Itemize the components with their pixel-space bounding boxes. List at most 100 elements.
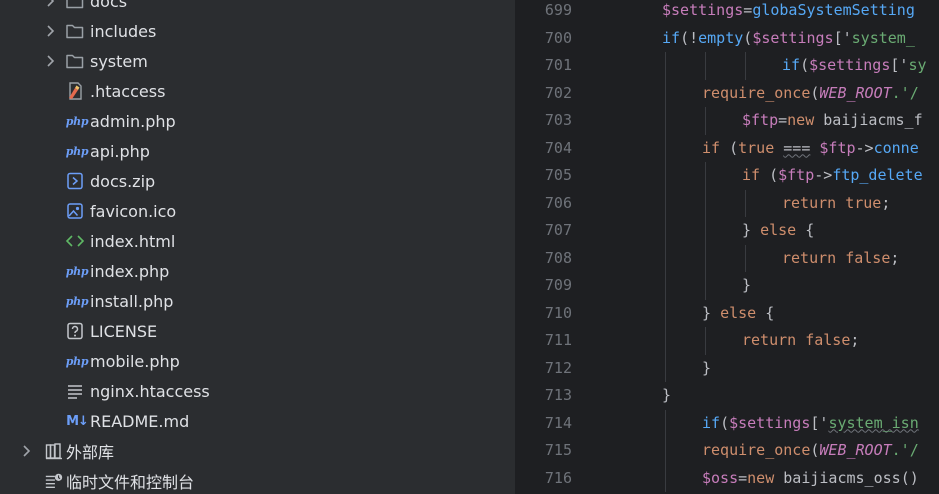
code-token: (: [769, 166, 779, 184]
tree-item-index-php[interactable]: php index.php: [0, 256, 515, 286]
tree-item-index-html[interactable]: index.html: [0, 226, 515, 256]
code-line[interactable]: return true;: [782, 190, 890, 217]
tree-item-label: README.md: [90, 411, 190, 431]
code-token: }: [702, 303, 721, 322]
tree-item-api-php[interactable]: php api.php: [0, 136, 515, 166]
tree-item-admin-php[interactable]: php admin.php: [0, 106, 515, 136]
ide-window: docs includes system .htaccess php admin.php p…: [0, 0, 939, 494]
tree-item-label: api.php: [90, 141, 150, 161]
code-token: .'/: [891, 83, 919, 102]
tree-item-label: LICENSE: [90, 321, 158, 341]
tree-item-license[interactable]: LICENSE: [0, 316, 515, 346]
code-line[interactable]: $ftp=new baijiacms_f: [742, 107, 923, 134]
indent-guide: [705, 272, 706, 300]
tree-item-readme-md[interactable]: M↓ README.md: [0, 406, 515, 436]
project-tree[interactable]: docs includes system .htaccess php admin.php p…: [0, 0, 516, 494]
tree-item-system[interactable]: system: [0, 46, 515, 76]
markdown-file-icon: M↓: [66, 413, 89, 429]
php-file-icon: php: [65, 144, 89, 158]
indent-guide: [665, 52, 666, 80]
indent-guide: [705, 244, 706, 272]
tree-item-htaccess[interactable]: .htaccess: [0, 76, 515, 106]
code-line[interactable]: require_once(WEB_ROOT.'/: [702, 80, 919, 107]
code-token: =: [743, 1, 753, 19]
tree-item-label: index.php: [90, 261, 170, 281]
tree-item-includes[interactable]: includes: [0, 16, 515, 46]
code-line[interactable]: }: [702, 355, 711, 382]
tree-item-[interactable]: 外部库: [0, 436, 515, 466]
code-line[interactable]: }: [662, 382, 671, 409]
tree-item-[interactable]: 临时文件和控制台: [0, 466, 515, 494]
indent-guide: [665, 162, 666, 190]
indent-guide: [665, 189, 666, 217]
code-token: baijiacms_oss: [783, 468, 901, 487]
code-token: ===: [783, 138, 811, 157]
chevron-right-icon[interactable]: [44, 54, 58, 68]
library-icon: [44, 441, 64, 461]
code-token: {: [765, 303, 775, 322]
code-line[interactable]: } else {: [702, 300, 774, 327]
indent-guide: [705, 327, 706, 355]
code-token: }: [662, 386, 672, 404]
code-line[interactable]: $settings=globaSystemSetting: [662, 0, 915, 24]
line-number: 699: [544, 1, 572, 19]
chevron-right-icon[interactable]: [20, 444, 34, 458]
tree-item-label: nginx.htaccess: [90, 381, 210, 401]
code-token: ;: [890, 248, 900, 267]
indent-guide: [665, 244, 666, 272]
code-token: globaSystemSetting: [752, 1, 915, 19]
code-token: require_once: [702, 441, 811, 459]
indent-guide: [705, 189, 706, 217]
code-line[interactable]: $oss=new baijiacms_oss(): [702, 465, 919, 492]
indent-guide: [665, 299, 666, 327]
tree-item-docs-zip[interactable]: docs.zip: [0, 166, 515, 196]
indent-guide: [705, 107, 706, 135]
code-line[interactable]: if ($ftp->ftp_delete: [742, 162, 923, 189]
tree-item-docs[interactable]: docs: [0, 0, 515, 16]
chevron-right-icon[interactable]: [44, 24, 58, 38]
zip-icon: [65, 171, 85, 191]
tree-item-mobile-php[interactable]: php mobile.php: [0, 346, 515, 376]
line-number: 707: [544, 221, 572, 239]
chevron-right-icon[interactable]: [44, 0, 58, 8]
line-number: 702: [544, 83, 572, 102]
tree-item-label: admin.php: [90, 111, 176, 131]
code-token: system_isn: [828, 413, 919, 432]
tree-item-label: includes: [90, 21, 157, 41]
indent-guide: [665, 217, 666, 245]
tree-item-nginx-htaccess[interactable]: nginx.htaccess: [0, 376, 515, 406]
code-line[interactable]: if($settings['system_isn: [702, 410, 919, 437]
code-editor[interactable]: 699 700 701 702 703 704 705 706 707 708 709 710 711 7…: [516, 0, 939, 494]
image-icon: [65, 201, 85, 221]
indent-guide: [665, 327, 666, 355]
code-line[interactable]: require_once(WEB_ROOT.'/: [702, 437, 919, 464]
tree-item-install-php[interactable]: php install.php: [0, 286, 515, 316]
code-token: require_once: [702, 83, 811, 102]
code-line[interactable]: return false;: [782, 245, 899, 272]
code-token: =: [738, 468, 748, 487]
tree-item-label: index.html: [90, 231, 176, 251]
line-number: 711: [544, 331, 572, 349]
tree-item-favicon-ico[interactable]: favicon.ico: [0, 196, 515, 226]
code-token: {: [805, 221, 815, 239]
code-token: empty: [698, 28, 744, 47]
indent-guide: [665, 134, 666, 162]
code-line[interactable]: if (true === $ftp->conne: [702, 135, 919, 162]
tree-item-label: mobile.php: [90, 351, 180, 371]
code-line[interactable]: return false;: [742, 327, 859, 354]
indent-guide: [745, 244, 746, 272]
code-line[interactable]: if(!empty($settings['system_: [662, 25, 915, 52]
code-line[interactable]: }: [742, 272, 751, 299]
code-token: (: [720, 413, 730, 432]
code-token: return: [782, 193, 846, 212]
code-token: new: [747, 468, 784, 487]
code-token: (: [800, 56, 810, 74]
code-token: ;: [881, 193, 891, 212]
code-token: (: [729, 138, 739, 157]
code-line[interactable]: if($settings['sy: [782, 52, 927, 79]
code-line[interactable]: } else {: [742, 217, 814, 244]
indent-guide: [665, 409, 666, 437]
code-token: }: [742, 221, 761, 239]
indent-guide: [705, 162, 706, 190]
code-token: false: [845, 248, 891, 267]
